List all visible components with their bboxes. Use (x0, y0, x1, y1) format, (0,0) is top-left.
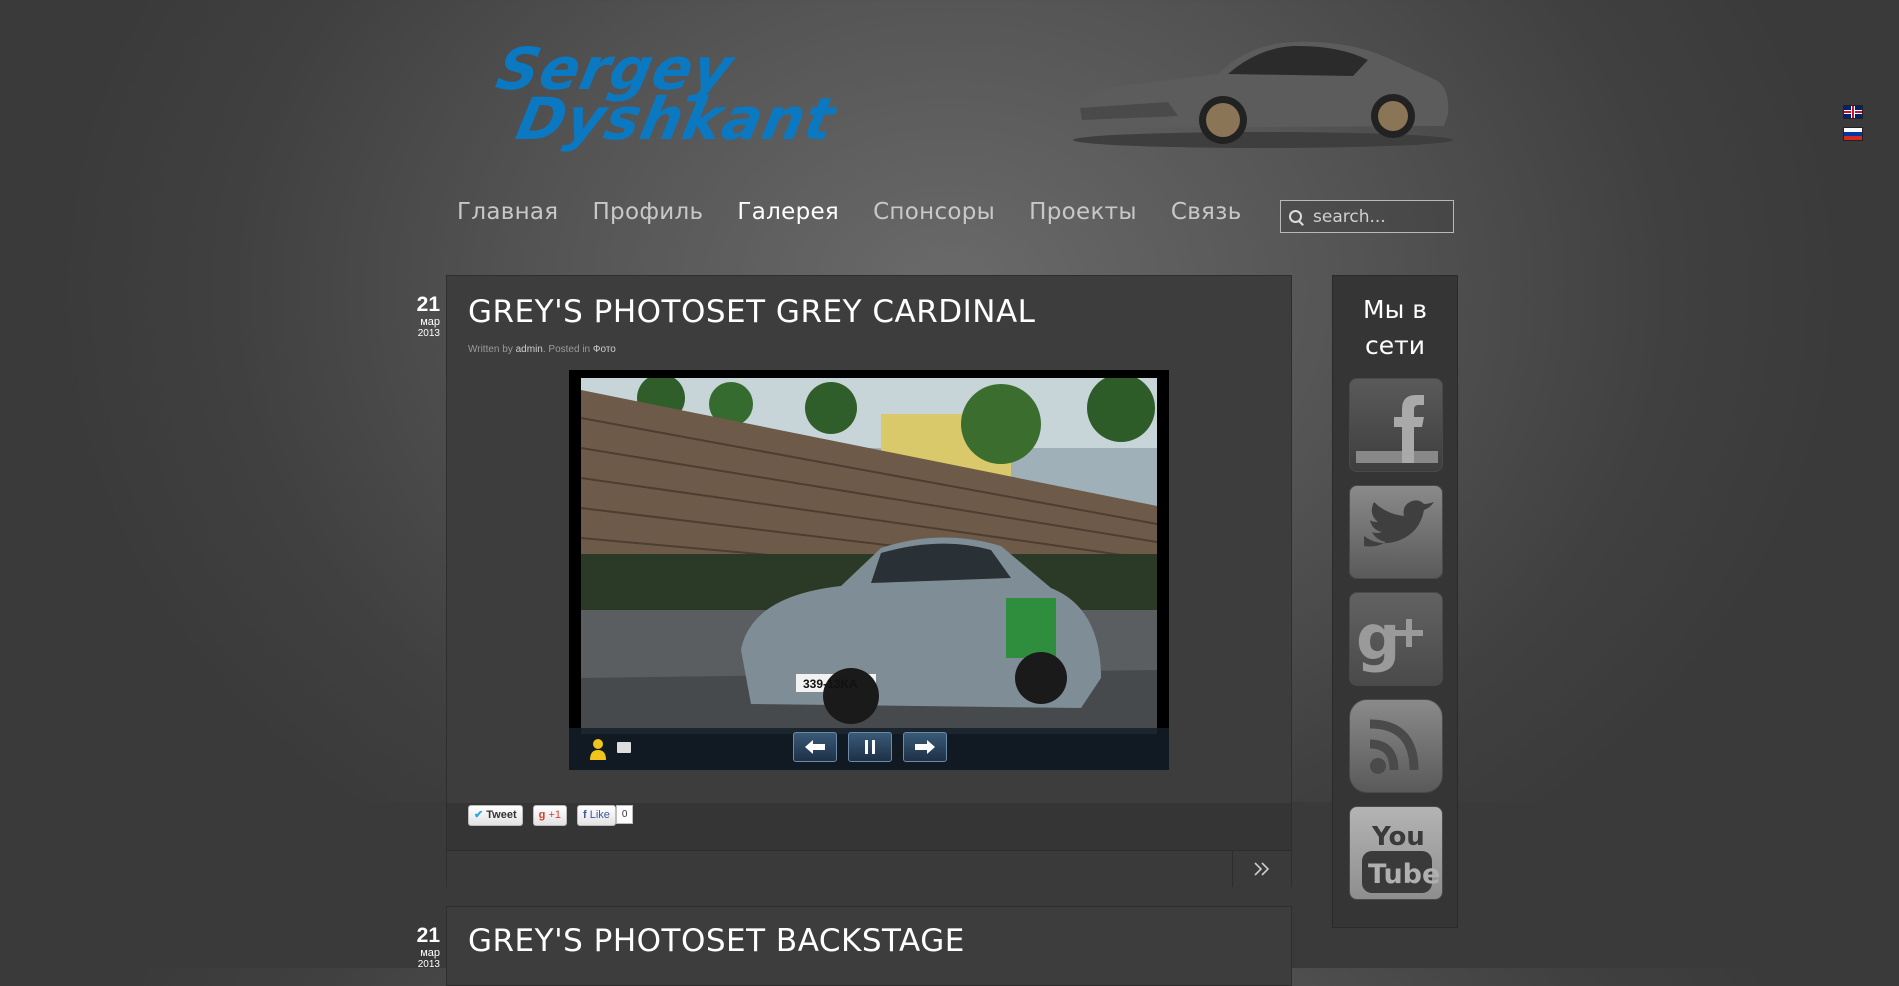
english-flag-icon[interactable] (1843, 105, 1863, 119)
meta-posted-in: . Posted in (542, 344, 593, 355)
post-title[interactable]: GREY'S PHOTOSET BACKSTAGE (468, 923, 965, 959)
russian-flag-icon[interactable] (1843, 127, 1863, 141)
nav-item-profile[interactable]: Профиль (592, 199, 703, 225)
post-date-day: 21 (416, 924, 440, 947)
post-article: GREY'S PHOTOSET BACKSTAGE (446, 906, 1292, 986)
read-more-button[interactable] (1232, 851, 1291, 887)
pause-button[interactable] (848, 732, 892, 762)
rss-icon (1369, 719, 1419, 774)
facebook-icon (1356, 395, 1438, 463)
header-car-image (1073, 41, 1453, 148)
nav-item-projects[interactable]: Проекты (1029, 199, 1137, 225)
facebook-like-button[interactable]: f Like (576, 805, 616, 826)
comment-icon[interactable] (617, 742, 631, 753)
search-input[interactable] (1311, 205, 1445, 228)
twitter-link[interactable] (1349, 485, 1443, 579)
post-meta: Written by admin. Posted in Фото (468, 344, 616, 355)
google-plus-link[interactable]: g (1349, 592, 1443, 686)
meta-written-by: Written by (468, 344, 516, 355)
search-box (1280, 200, 1454, 233)
post-date: 21 мар 2013 (410, 293, 440, 340)
tweet-label: Tweet (486, 809, 517, 821)
search-icon[interactable] (1289, 209, 1303, 224)
twitter-bird-icon: ✔ (474, 809, 484, 821)
post-date-year: 2013 (417, 328, 440, 339)
arrow-left-icon (805, 740, 825, 754)
post-date-year: 2013 (417, 959, 440, 970)
gplus-icon: g (538, 809, 546, 821)
pause-icon (865, 740, 875, 754)
arrow-right-icon (915, 740, 935, 754)
gplus-label: +1 (548, 809, 561, 821)
post-date-day: 21 (416, 293, 440, 316)
nav-item-contact[interactable]: Связь (1171, 199, 1242, 225)
nav-item-sponsors[interactable]: Спонсоры (873, 199, 995, 225)
like-count: 0 (615, 805, 634, 824)
license-plate-text: 339-13KA (803, 677, 858, 691)
svg-text:Tube: Tube (1368, 859, 1440, 890)
google-plus-one-button[interactable]: g +1 (532, 805, 567, 826)
post-date-month: мар (420, 316, 440, 328)
logo-line-2: Dyshkant (510, 85, 842, 153)
post-date-month: мар (420, 947, 440, 959)
author-icon[interactable] (589, 738, 607, 760)
social-sidebar: Мы в сети g You Tube (1332, 275, 1458, 928)
twitter-icon (1364, 500, 1434, 547)
social-share-buttons: ✔ Tweet g +1 f Like 0 (468, 805, 634, 826)
photo-slideshow: 339-13KA (569, 370, 1169, 770)
facebook-small-icon: f (582, 809, 587, 821)
tweet-button[interactable]: ✔ Tweet (468, 805, 523, 826)
meta-author-link[interactable]: admin (516, 344, 543, 355)
google-plus-icon: g (1356, 601, 1423, 674)
nav-item-home[interactable]: Главная (457, 199, 558, 225)
next-button[interactable] (903, 732, 947, 762)
slideshow-controls (569, 728, 1169, 770)
previous-button[interactable] (793, 732, 837, 762)
youtube-icon: You Tube (1362, 822, 1440, 893)
like-label: Like (589, 809, 610, 821)
rss-link[interactable] (1349, 699, 1443, 793)
main-nav: Главная Профиль Галерея Спонсоры Проекты… (457, 199, 1276, 225)
post-date: 21 мар 2013 (410, 924, 440, 971)
meta-category-link[interactable]: Фото (593, 344, 616, 355)
slideshow-photo[interactable]: 339-13KA (581, 378, 1157, 734)
sidebar-title: Мы в сети (1363, 295, 1427, 360)
nav-item-gallery[interactable]: Галерея (737, 199, 839, 225)
double-chevron-right-icon (1254, 862, 1270, 876)
svg-text:You: You (1371, 822, 1425, 852)
youtube-link[interactable]: You Tube (1349, 806, 1443, 900)
post-article: GREY'S PHOTOSET GREY CARDINAL Written by… (446, 275, 1292, 887)
site-logo[interactable]: Sergey Dyshkant (491, 35, 888, 153)
svg-text:g: g (1356, 601, 1400, 674)
post-title[interactable]: GREY'S PHOTOSET GREY CARDINAL (468, 294, 1035, 330)
post-footer (447, 850, 1291, 887)
language-switcher (1843, 105, 1863, 149)
facebook-link[interactable] (1349, 378, 1443, 472)
